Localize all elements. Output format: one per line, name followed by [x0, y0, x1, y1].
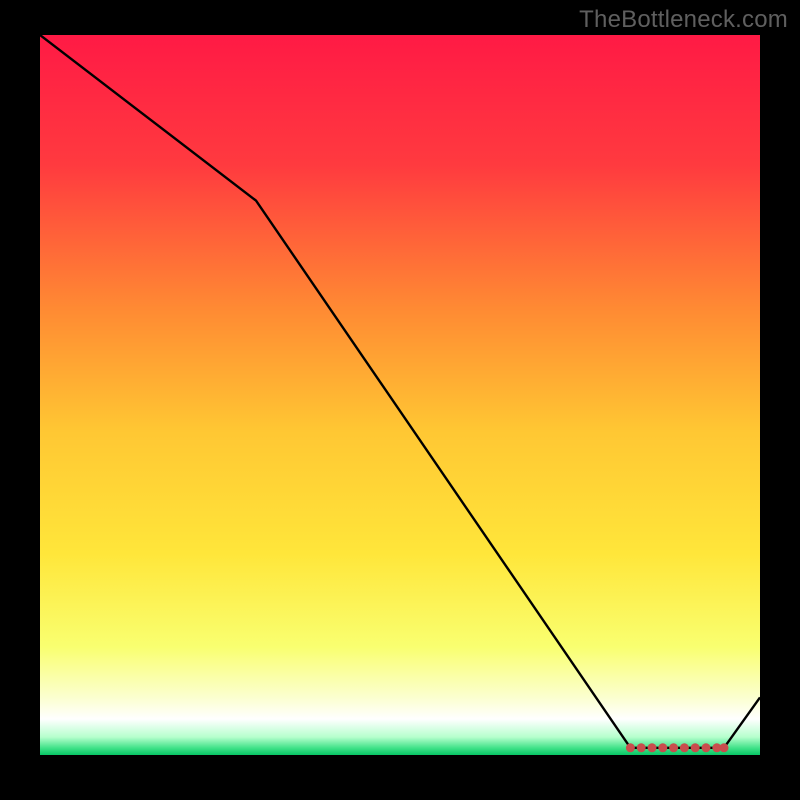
- chart-svg: [40, 35, 760, 755]
- plot-area: [40, 35, 760, 755]
- marker-dot: [680, 743, 689, 752]
- marker-dot: [691, 743, 700, 752]
- chart-frame: TheBottleneck.com: [0, 0, 800, 800]
- watermark-label: TheBottleneck.com: [579, 6, 788, 34]
- marker-dot: [648, 743, 657, 752]
- marker-dot: [626, 743, 635, 752]
- marker-dot: [637, 743, 646, 752]
- marker-dot: [702, 743, 711, 752]
- marker-dot: [658, 743, 667, 752]
- marker-dot: [720, 743, 729, 752]
- gradient-background: [40, 35, 760, 755]
- marker-dot: [669, 743, 678, 752]
